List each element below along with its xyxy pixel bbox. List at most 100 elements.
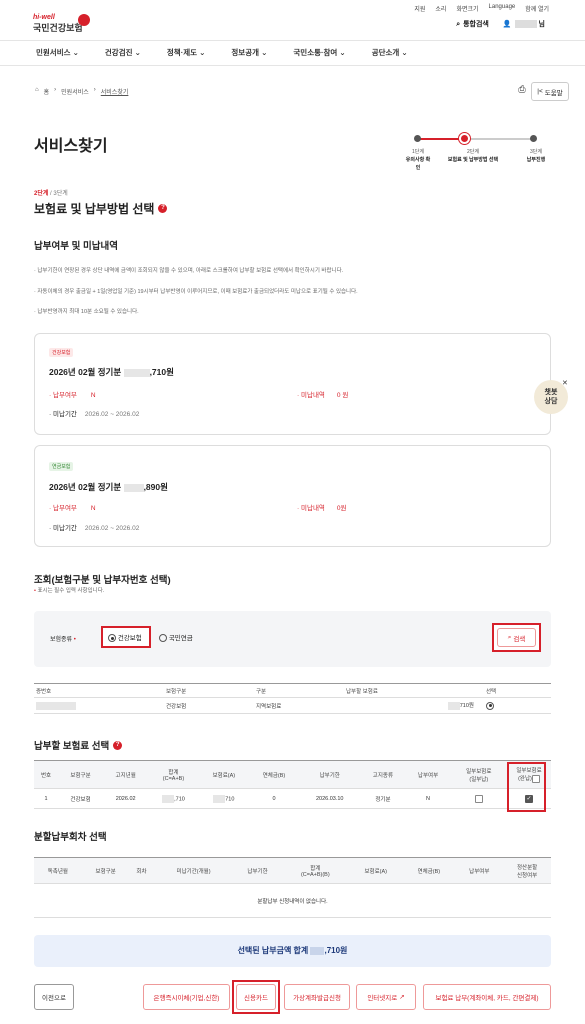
period-label: 미납기간 — [52, 525, 77, 532]
insurance-type-text: 보험종류 — [50, 637, 73, 643]
breadcrumb-service[interactable]: 민원서비스 — [61, 87, 89, 96]
util-open[interactable]: 함께 열기 — [525, 4, 549, 13]
breadcrumb: ⌂ 홈 › 민원서비스 › 서비스찾기 — [35, 87, 129, 96]
breadcrumb-home[interactable]: 홈 — [44, 87, 50, 96]
util-language[interactable]: Language — [489, 4, 516, 13]
fee-cell: 710 — [198, 788, 249, 809]
type-cell: 건강보험 — [58, 788, 104, 809]
user-name-masked — [514, 20, 537, 29]
utility-bar: 지원 소리 화면크기 Language 함께 열기 — [414, 4, 549, 13]
site-logo[interactable]: hi-well 국민건강보험 — [33, 14, 83, 34]
split-table: 독촉년월 보험구분 회차 미납기간(개월) 납부기한 합계 (C=A+B)(B)… — [34, 857, 551, 918]
section-title-text: 보험료 및 납부방법 선택 — [34, 202, 155, 216]
paid-label: 납부여부 — [52, 392, 77, 399]
col-header: 합계 (C=A+B)(B) — [281, 857, 350, 884]
step-total: / 3단계 — [48, 191, 68, 197]
step-label-2: 2단계 보험료 및 납부방법 선택 — [447, 148, 499, 164]
help-icon: |< — [537, 88, 543, 95]
row-select-radio[interactable] — [486, 701, 494, 710]
radio-pension[interactable]: 국민연금 — [159, 632, 193, 643]
user-menu[interactable]: 👤 님 — [503, 19, 545, 29]
gnb-item[interactable]: 국민소통·참여 ⌄ — [293, 47, 345, 58]
radio-pension-control — [159, 634, 167, 643]
unpaid-label: 미납내역 — [300, 505, 325, 512]
col-header: 보험구분 — [81, 857, 130, 884]
search-icon: ⌕ — [456, 21, 461, 28]
chevron-down-icon: ⌄ — [199, 48, 206, 57]
gnb-item[interactable]: 정책·제도 ⌄ — [167, 47, 206, 58]
kind-cell: 정기분 — [360, 788, 406, 809]
unpaid-value: 0 원 — [336, 392, 349, 399]
steps-progress — [417, 138, 465, 140]
section-title: 보험료 및 납부방법 선택? — [34, 200, 168, 217]
gnb-item[interactable]: 정보공개 ⌄ — [231, 47, 267, 58]
breadcrumb-current[interactable]: 서비스찾기 — [101, 87, 129, 96]
col-header: 연체금(B) — [248, 760, 300, 789]
chevron-down-icon: ⌄ — [72, 48, 79, 57]
util-support[interactable]: 지원 — [414, 4, 425, 13]
status-note: · 납부반영까지 최대 10분 소요될 수 있습니다. — [34, 309, 139, 315]
col-header: 보험구분 — [58, 760, 104, 789]
gnb-item[interactable]: 민원서비스 ⌄ — [36, 47, 79, 58]
col-header: 미납기간(개월) — [153, 857, 234, 884]
col-header: 회차 — [129, 857, 154, 884]
print-icon[interactable]: ⎙ — [515, 84, 529, 98]
credit-card-button[interactable]: 신용카드 — [236, 984, 276, 1010]
giro-button[interactable]: 인터넷지로 ↗ — [356, 984, 416, 1010]
cert-no-masked — [36, 701, 76, 710]
sum-cell: ,710 — [148, 788, 199, 809]
search-link[interactable]: ⌕ 통합검색 — [456, 19, 489, 29]
paid-value: N — [90, 392, 96, 399]
table-row[interactable]: 건강보험 지역보험료 710원 — [34, 697, 551, 714]
chevron-down-icon: ⌄ — [261, 48, 268, 57]
radio-health-control — [108, 634, 116, 643]
external-link-icon: ↗ — [399, 994, 405, 1001]
step-label-1: 1단계 유의사항 확인 — [405, 148, 431, 172]
help-button[interactable]: |< 도움말 — [531, 82, 569, 101]
util-sound[interactable]: 소리 — [435, 4, 446, 13]
total-value: ,710원 — [324, 946, 348, 955]
card-title-post: ,710원 — [149, 367, 174, 377]
virtual-account-button[interactable]: 가상계좌발급신청 — [284, 984, 350, 1010]
close-icon[interactable]: ✕ — [562, 379, 568, 387]
step-no: 2단계 — [467, 149, 479, 155]
prev-button[interactable]: 이전으로 — [34, 984, 74, 1010]
gnb-label: 정보공개 — [231, 48, 259, 57]
radio-health[interactable]: 건강보험 — [108, 632, 142, 643]
col-header: 납부여부 — [455, 857, 504, 884]
card-paid-row: · 납부여부 N — [49, 392, 96, 399]
question-icon[interactable]: ? — [158, 204, 168, 213]
full-pay-highlight — [507, 762, 546, 812]
table-header-row: 증번호 보험구분 구분 납부할 보험료 선택 — [34, 683, 551, 698]
total-bar: 선택된 납부금액 합계 ,710원 — [34, 935, 551, 967]
due-cell: 2026.03.10 — [299, 788, 361, 809]
gnb-item[interactable]: 건강검진 ⌄ — [105, 47, 141, 58]
search-button[interactable]: ⌕ 검색 — [497, 628, 536, 647]
util-screen-size[interactable]: 화면크기 — [456, 4, 478, 13]
col-header: 납부여부 — [405, 760, 451, 789]
card-period-row: · 미납기간 2026.02 ~ 2026.02 — [49, 525, 140, 532]
ym-cell: 2026.02 — [103, 788, 149, 809]
status-note-text: 자동이체의 경우 출금일 + 1일(영업일 기준) 19시부터 납부반영이 이루… — [37, 289, 358, 295]
col-header: 납부기한 — [233, 857, 282, 884]
radio-health-label: 건강보험 — [117, 635, 142, 642]
gnb-label: 공단소개 — [371, 48, 400, 57]
required-note-text: 표시는 필수 입력 사항입니다. — [37, 588, 105, 594]
card-unpaid-row: · 미납내역 0 원 — [297, 392, 349, 399]
search-label: 통합검색 — [463, 21, 489, 28]
result-table: 증번호 보험구분 구분 납부할 보험료 선택 건강보험 지역보험료 710원 — [34, 683, 551, 714]
logo-heart-icon — [78, 14, 90, 26]
partial-checkbox[interactable] — [474, 794, 483, 803]
amount-masked — [447, 701, 460, 710]
step-dot-3 — [530, 135, 537, 142]
card-unpaid-row: · 미납내역 0원 — [297, 505, 347, 512]
bank-transfer-button[interactable]: 은행즉시이체(기업,신한) — [143, 984, 230, 1010]
page-title: 서비스찾기 — [34, 138, 108, 155]
other-payment-button[interactable]: 보험료 납부(계좌이체, 카드, 간편결제) — [423, 984, 551, 1010]
no-cell: 1 — [34, 788, 58, 809]
chevron-down-icon: ⌄ — [134, 48, 141, 57]
unpaid-label: 미납내역 — [300, 392, 325, 399]
question-icon[interactable]: ? — [113, 740, 123, 750]
gnb-item[interactable]: 공단소개 ⌄ — [372, 47, 408, 58]
col-header: 선택 — [484, 683, 551, 698]
